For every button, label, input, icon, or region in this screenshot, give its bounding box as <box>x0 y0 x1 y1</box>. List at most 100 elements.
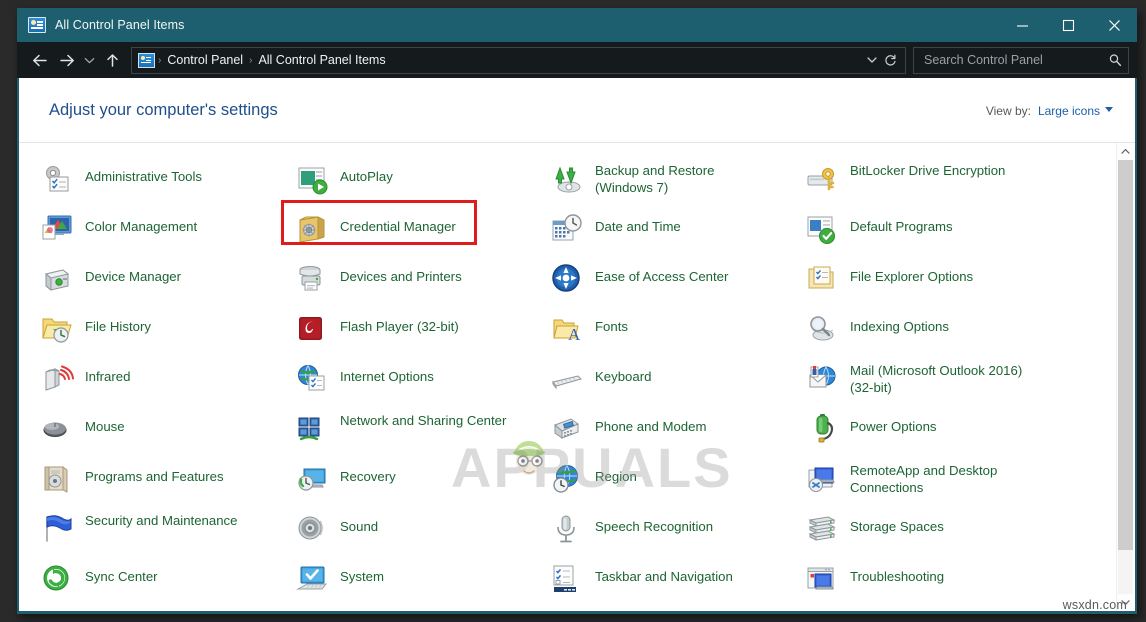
minimize-button[interactable] <box>999 8 1045 42</box>
indexing-options-icon <box>806 313 839 346</box>
control-panel-item[interactable]: Device Manager <box>37 255 292 305</box>
control-panel-item[interactable]: Color Management <box>37 205 292 255</box>
control-panel-item-label: Power Options <box>850 413 937 436</box>
backup-restore-icon <box>551 163 584 196</box>
sync-center-icon <box>41 563 74 596</box>
scroll-up-button[interactable] <box>1117 143 1133 160</box>
device-manager-icon <box>41 263 74 296</box>
control-panel-item[interactable]: System <box>292 555 547 605</box>
control-panel-item[interactable]: Default Programs <box>802 205 1057 255</box>
breadcrumb-control-panel[interactable]: Control Panel <box>162 53 248 67</box>
control-panel-item[interactable]: Phone and Modem <box>547 405 802 455</box>
control-panel-item[interactable]: AutoPlay <box>292 155 547 205</box>
color-management-icon <box>41 213 74 246</box>
control-panel-item-label: Default Programs <box>850 213 953 236</box>
control-panel-item-label: Sync Center <box>85 563 158 586</box>
items-scroll-region: Administrative Tools AutoPlay Backup and R… <box>19 143 1117 611</box>
control-panel-item[interactable]: Backup and Restore (Windows 7) <box>547 155 802 205</box>
view-by-value: Large icons <box>1038 104 1100 118</box>
control-panel-item-label: BitLocker Drive Encryption <box>850 163 1005 180</box>
control-panel-item[interactable]: Sync Center <box>37 555 292 605</box>
control-panel-item-label: Security and Maintenance <box>85 513 237 530</box>
control-panel-item[interactable]: Indexing Options <box>802 305 1057 355</box>
taskbar-navigation-icon <box>551 563 584 596</box>
region-icon <box>551 463 584 496</box>
control-panel-item[interactable]: AFonts <box>547 305 802 355</box>
control-panel-item[interactable]: BitLocker Drive Encryption <box>802 155 1057 205</box>
window-controls <box>999 8 1137 42</box>
sound-icon <box>296 513 329 546</box>
control-panel-item[interactable]: Infrared <box>37 355 292 405</box>
control-panel-item-label: Programs and Features <box>85 463 224 486</box>
programs-features-icon <box>41 463 74 496</box>
forward-button[interactable] <box>53 46 79 74</box>
page-title: Adjust your computer's settings <box>49 101 278 120</box>
scrollbar-thumb[interactable] <box>1118 160 1133 550</box>
control-panel-item-label: File Explorer Options <box>850 263 973 286</box>
control-panel-item-label: Color Management <box>85 213 197 236</box>
control-panel-item-label: Device Manager <box>85 263 181 286</box>
control-panel-item[interactable]: Power Options <box>802 405 1057 455</box>
view-by-label: View by: <box>986 104 1031 118</box>
control-panel-item-label: Credential Manager <box>340 213 456 236</box>
date-time-icon <box>551 213 584 246</box>
control-panel-item[interactable]: Administrative Tools <box>37 155 292 205</box>
control-panel-item[interactable]: Taskbar and Navigation <box>547 555 802 605</box>
view-by-dropdown[interactable]: Large icons <box>1038 104 1113 118</box>
control-panel-item[interactable]: File History <box>37 305 292 355</box>
control-panel-item-label: Date and Time <box>595 213 681 236</box>
control-panel-item-label: Backup and Restore (Windows 7) <box>595 163 773 196</box>
up-button[interactable] <box>99 46 125 74</box>
content-header: Adjust your computer's settings View by:… <box>19 78 1135 143</box>
window-titlebar: All Control Panel Items <box>17 8 1137 42</box>
search-input[interactable] <box>922 52 1108 68</box>
address-bar[interactable]: › Control Panel › All Control Panel Item… <box>131 47 906 74</box>
security-maintenance-icon <box>41 513 74 546</box>
close-button[interactable] <box>1091 8 1137 42</box>
control-panel-item[interactable]: Security and Maintenance <box>37 505 292 555</box>
control-panel-item[interactable]: Network and Sharing Center <box>292 405 547 455</box>
control-panel-item-label: Troubleshooting <box>850 563 944 586</box>
vertical-scrollbar[interactable] <box>1116 143 1133 611</box>
control-panel-item[interactable]: Mail (Microsoft Outlook 2016) (32-bit) <box>802 355 1057 405</box>
control-panel-item[interactable]: Storage Spaces <box>802 505 1057 555</box>
search-box[interactable] <box>913 47 1129 74</box>
control-panel-item[interactable]: Mouse <box>37 405 292 455</box>
breadcrumb-all-control-panel-items[interactable]: All Control Panel Items <box>253 53 390 67</box>
address-dropdown-chevron-down-icon[interactable] <box>863 50 880 70</box>
control-panel-item[interactable]: RemoteApp and Desktop Connections <box>802 455 1057 505</box>
control-panel-item-label: Storage Spaces <box>850 513 944 536</box>
control-panel-item-label: Devices and Printers <box>340 263 462 286</box>
refresh-icon[interactable] <box>882 50 899 70</box>
control-panel-item[interactable]: Troubleshooting <box>802 555 1057 605</box>
system-icon <box>296 563 329 596</box>
search-icon[interactable] <box>1108 53 1122 67</box>
control-panel-item[interactable]: Date and Time <box>547 205 802 255</box>
control-panel-item[interactable]: Ease of Access Center <box>547 255 802 305</box>
scrollbar-track[interactable] <box>1118 550 1133 594</box>
site-watermark: wsxdn.com <box>1063 598 1127 612</box>
recent-locations-chevron-down-icon[interactable] <box>79 46 99 74</box>
control-panel-item[interactable]: Programs and Features <box>37 455 292 505</box>
control-panel-item-label: AutoPlay <box>340 163 393 186</box>
control-panel-item-label: Mail (Microsoft Outlook 2016) (32-bit) <box>850 363 1028 396</box>
control-panel-item[interactable]: Credential Manager <box>292 205 547 255</box>
infrared-icon <box>41 363 74 396</box>
control-panel-item[interactable]: Flash Player (32-bit) <box>292 305 547 355</box>
control-panel-item-label: Sound <box>340 513 378 536</box>
control-panel-item[interactable]: Keyboard <box>547 355 802 405</box>
back-button[interactable] <box>27 46 53 74</box>
control-panel-item[interactable]: Recovery <box>292 455 547 505</box>
control-panel-item[interactable]: Internet Options <box>292 355 547 405</box>
keyboard-icon <box>551 363 584 396</box>
control-panel-item[interactable]: Region <box>547 455 802 505</box>
control-panel-window: All Control Panel Items <box>17 8 1137 614</box>
control-panel-item[interactable]: Devices and Printers <box>292 255 547 305</box>
control-panel-item[interactable]: Speech Recognition <box>547 505 802 555</box>
control-panel-item[interactable]: Sound <box>292 505 547 555</box>
control-panel-item[interactable]: File Explorer Options <box>802 255 1057 305</box>
maximize-button[interactable] <box>1045 8 1091 42</box>
navigation-bar: › Control Panel › All Control Panel Item… <box>17 42 1137 78</box>
address-control-panel-icon <box>138 53 155 68</box>
control-panel-item-label: Infrared <box>85 363 130 386</box>
